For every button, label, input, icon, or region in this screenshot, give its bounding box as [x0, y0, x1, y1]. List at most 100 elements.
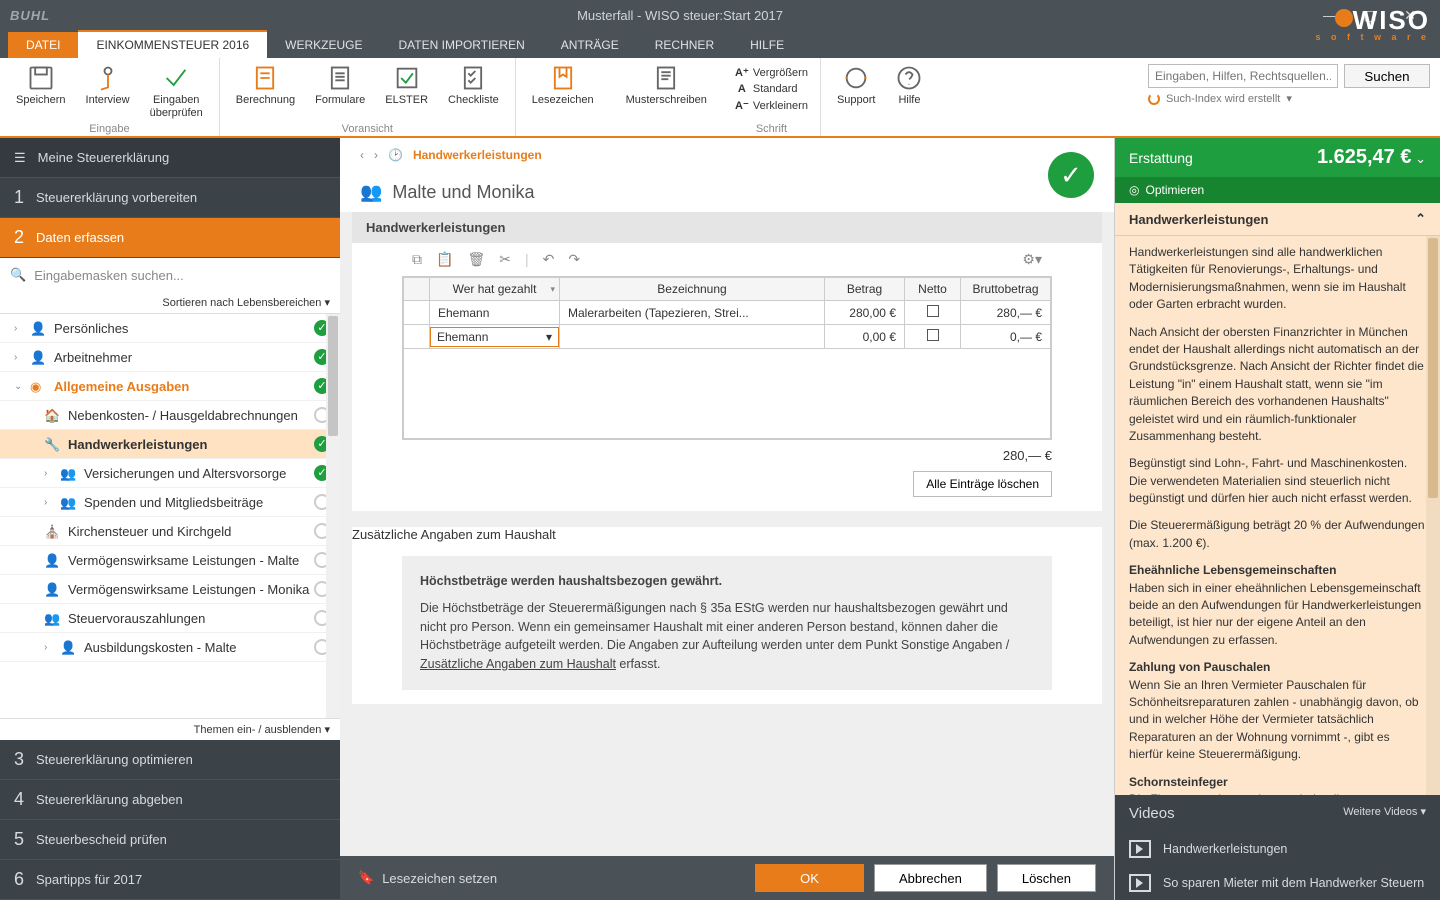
- copy-icon[interactable]: ⧉: [412, 251, 422, 268]
- tree-spenden[interactable]: ›👥Spenden und Mitgliedsbeiträge: [0, 488, 340, 517]
- crumb-history-icon[interactable]: 🕑: [388, 148, 403, 162]
- prepay-icon: 👥: [44, 611, 60, 625]
- paste-icon[interactable]: 📋: [436, 251, 453, 268]
- support-button[interactable]: Support: [827, 62, 886, 136]
- tree-vwl-malte[interactable]: 👤Vermögenswirksame Leistungen - Malte: [0, 546, 340, 575]
- checkbox-icon[interactable]: [927, 329, 939, 341]
- search-icon: 🔍: [10, 267, 26, 283]
- step-6[interactable]: 6Spartipps für 2017: [0, 860, 340, 900]
- videos-more[interactable]: Weitere Videos ▾: [1343, 805, 1426, 822]
- checkbox-icon[interactable]: [927, 305, 939, 317]
- ribbon-group-voransicht: Voransicht: [220, 123, 515, 135]
- house-icon: 🏠: [44, 408, 60, 422]
- col-betrag[interactable]: Betrag: [825, 278, 905, 301]
- help-button[interactable]: Hilfe: [885, 62, 933, 136]
- shield-icon: 👥: [60, 466, 76, 480]
- help-scrollbar[interactable]: [1426, 236, 1440, 795]
- tab-rechner[interactable]: RECHNER: [637, 32, 732, 58]
- musterschreiben-button[interactable]: Musterschreiben: [616, 62, 717, 136]
- video-item-1[interactable]: Handwerkerleistungen: [1115, 832, 1440, 866]
- breadcrumb-current: Handwerkerleistungen: [413, 148, 542, 162]
- tab-datei[interactable]: DATEI: [8, 32, 78, 58]
- entries-table: Wer hat gezahlt▾ Bezeichnung Betrag Nett…: [402, 276, 1052, 440]
- tree-persoenliches[interactable]: ›👤Persönliches: [0, 314, 340, 343]
- video-icon: [1129, 840, 1151, 858]
- optimize-button[interactable]: ◎Optimieren: [1115, 177, 1440, 203]
- info-link[interactable]: Zusätzliche Angaben zum Haushalt: [420, 657, 616, 671]
- table-row-editing[interactable]: Ehemann▾ 0,00 € 0,— €: [404, 325, 1051, 349]
- app-brand: BUHL: [10, 8, 50, 23]
- zoom-standard-button[interactable]: AStandard: [729, 81, 814, 97]
- step-2[interactable]: 2Daten erfassen: [0, 218, 340, 258]
- themes-toggle[interactable]: Themen ein- / ausblenden ▾: [0, 718, 340, 740]
- col-brutto[interactable]: Bruttobetrag: [961, 278, 1051, 301]
- col-netto[interactable]: Netto: [905, 278, 961, 301]
- mask-search[interactable]: 🔍 Eingabemasken suchen...: [0, 258, 340, 292]
- step-3[interactable]: 3Steuererklärung optimieren: [0, 740, 340, 780]
- tab-hilfe[interactable]: HILFE: [732, 32, 802, 58]
- donation-icon: 👥: [60, 495, 76, 509]
- sort-dropdown[interactable]: Sortieren nach Lebensbereichen ▾: [0, 292, 340, 314]
- delete-all-button[interactable]: Alle Einträge löschen: [913, 471, 1052, 497]
- tree-versicherungen[interactable]: ›👥Versicherungen und Altersvorsorge: [0, 459, 340, 488]
- delete-icon[interactable]: 🗑: [467, 251, 485, 268]
- redo-icon[interactable]: ↷: [568, 251, 580, 268]
- refund-summary[interactable]: Erstattung 1.625,47 € ⌄: [1115, 138, 1440, 177]
- col-bezeichnung[interactable]: Bezeichnung: [560, 278, 825, 301]
- worker-icon: 👤: [30, 350, 46, 364]
- undo-icon[interactable]: ↶: [543, 251, 555, 268]
- chevron-down-icon: ⌄: [1415, 151, 1426, 166]
- cancel-button[interactable]: Abbrechen: [874, 864, 987, 892]
- lesezeichen-button[interactable]: Lesezeichen: [522, 62, 604, 136]
- tree-vwl-monika[interactable]: 👤Vermögenswirksame Leistungen - Monika: [0, 575, 340, 604]
- cut-icon[interactable]: ✂: [499, 251, 511, 268]
- panel-title: Handwerkerleistungen: [352, 212, 1102, 243]
- video-item-2[interactable]: So sparen Mieter mit dem Handwerker Steu…: [1115, 866, 1440, 900]
- tree-kirchensteuer[interactable]: ⛪Kirchensteuer und Kirchgeld: [0, 517, 340, 546]
- ok-button[interactable]: OK: [755, 864, 864, 892]
- tab-werkzeuge[interactable]: WERKZEUGE: [267, 32, 380, 58]
- videos-title: Videos: [1129, 805, 1175, 822]
- grid-settings-icon[interactable]: ⚙▾: [1022, 251, 1042, 268]
- chevron-up-icon: ⌃: [1415, 211, 1426, 227]
- tab-antraege[interactable]: ANTRÄGE: [543, 32, 637, 58]
- zoom-in-button[interactable]: A⁺Vergrößern: [729, 64, 814, 81]
- table-row[interactable]: Ehemann Malerarbeiten (Tapezieren, Strei…: [404, 301, 1051, 325]
- ribbon-group-schrift: Schrift: [723, 123, 820, 135]
- search-input[interactable]: [1148, 64, 1338, 88]
- tree-ausbildung[interactable]: ›👤Ausbildungskosten - Malte: [0, 633, 340, 662]
- bookmark-icon: 🔖: [358, 870, 374, 886]
- people-icon: 👥: [360, 182, 382, 203]
- tree-allgemeine-ausgaben[interactable]: ⌄◉Allgemeine Ausgaben: [0, 372, 340, 401]
- tree-handwerkerleistungen[interactable]: 🔧Handwerkerleistungen: [0, 430, 340, 459]
- chevron-down-icon: ▾: [546, 330, 552, 344]
- crumb-back[interactable]: ‹: [360, 148, 364, 162]
- target-icon: ◎: [1129, 183, 1139, 197]
- spinner-icon: [1148, 93, 1160, 105]
- help-title[interactable]: Handwerkerleistungen⌃: [1115, 203, 1440, 236]
- tab-einkommensteuer[interactable]: EINKOMMENSTEUER 2016: [78, 30, 267, 58]
- menu-icon: ☰: [14, 150, 26, 166]
- tree-nebenkosten[interactable]: 🏠Nebenkosten- / Hausgeldabrechnungen: [0, 401, 340, 430]
- education-icon: 👤: [60, 640, 76, 654]
- search-index-status: Such-Index wird erstellt▾: [1148, 92, 1430, 105]
- tree-arbeitnehmer[interactable]: ›👤Arbeitnehmer: [0, 343, 340, 372]
- app-logo: WISO s o f t w a r e: [1315, 5, 1430, 42]
- zoom-out-button[interactable]: A⁻Verkleinern: [729, 97, 814, 114]
- tree-vorauszahlungen[interactable]: 👥Steuervorauszahlungen: [0, 604, 340, 633]
- crumb-fwd[interactable]: ›: [374, 148, 378, 162]
- tab-daten-importieren[interactable]: DATEN IMPORTIEREN: [381, 32, 543, 58]
- nav-header[interactable]: ☰ Meine Steuererklärung: [0, 138, 340, 178]
- set-bookmark[interactable]: 🔖Lesezeichen setzen: [358, 870, 497, 886]
- step-4[interactable]: 4Steuererklärung abgeben: [0, 780, 340, 820]
- step-1[interactable]: 1Steuererklärung vorbereiten: [0, 178, 340, 218]
- payer-dropdown[interactable]: Ehemann▾: [430, 327, 559, 347]
- panel2-title: Zusätzliche Angaben zum Haushalt: [352, 527, 1102, 542]
- tree-scrollbar[interactable]: [326, 314, 340, 718]
- col-wer[interactable]: Wer hat gezahlt▾: [430, 278, 560, 301]
- delete-button[interactable]: Löschen: [997, 864, 1096, 892]
- search-button[interactable]: Suchen: [1344, 64, 1430, 88]
- money-icon: 👤: [44, 553, 60, 567]
- step-5[interactable]: 5Steuerbescheid prüfen: [0, 820, 340, 860]
- info-box: Höchstbeträge werden haushaltsbezogen ge…: [402, 556, 1052, 690]
